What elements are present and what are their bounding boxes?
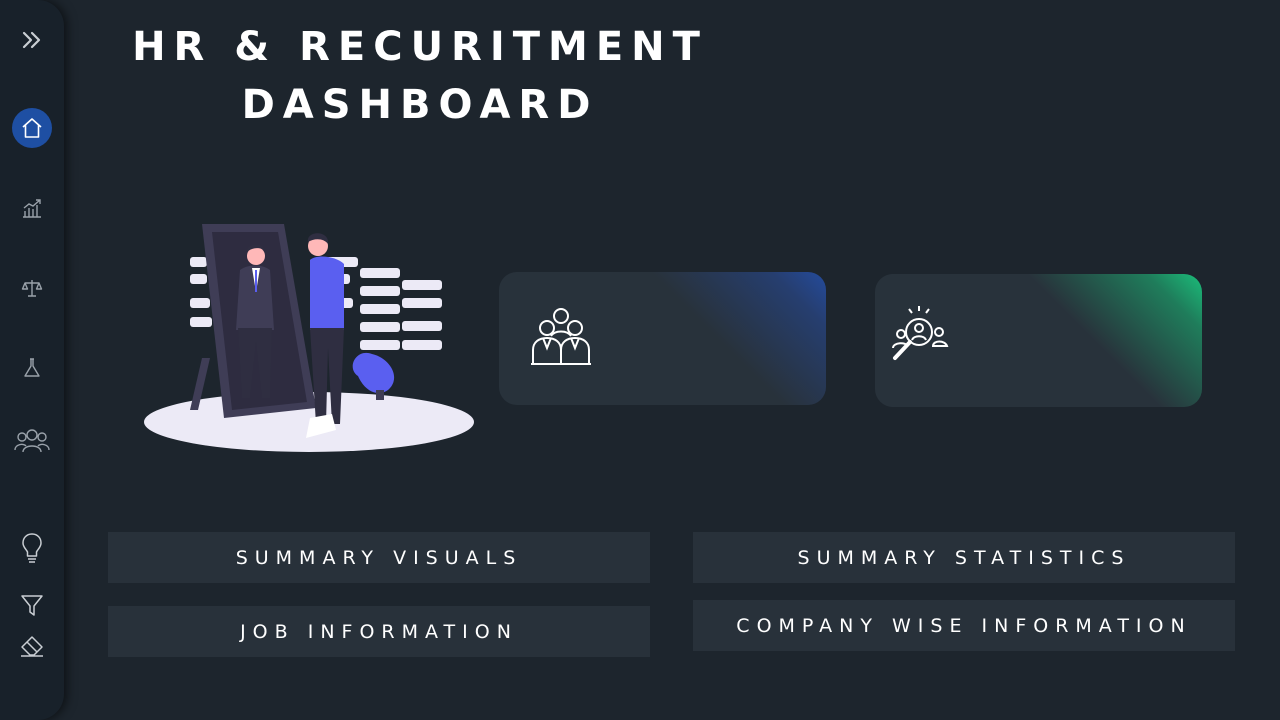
candidate-search-icon: [892, 306, 949, 360]
lightbulb-icon: [22, 533, 42, 563]
scales-icon: [21, 280, 43, 297]
analytics-button[interactable]: [12, 188, 52, 228]
team-icon: [531, 308, 591, 365]
summary-statistics-button[interactable]: SUMMARY STATISTICS: [693, 532, 1235, 583]
title-line-2: DASHBOARD: [241, 82, 599, 128]
mirror-illustration: [144, 224, 474, 452]
title-line-1: HR & RECURITMENT: [132, 24, 708, 70]
home-icon: [22, 118, 42, 138]
job-information-label: JOB INFORMATION: [240, 620, 518, 643]
people-group-icon: [14, 429, 50, 453]
chevron-double-right-icon: [22, 31, 41, 49]
chart-icon: [23, 199, 41, 218]
clear-filters-button[interactable]: [12, 626, 52, 666]
candidates-kpi-card: [875, 274, 1202, 407]
page-title: HR & RECURITMENT DASHBOARD: [120, 18, 720, 134]
balance-button[interactable]: [12, 268, 52, 308]
summary-visuals-label: SUMMARY VISUALS: [235, 546, 523, 569]
job-information-button[interactable]: JOB INFORMATION: [108, 606, 650, 657]
company-wise-information-label: COMPANY WISE INFORMATION: [736, 614, 1192, 637]
sidebar: [0, 0, 64, 720]
expand-sidebar-button[interactable]: [12, 20, 52, 60]
home-button[interactable]: [12, 108, 52, 148]
eraser-icon: [21, 636, 43, 657]
filter-icon: [21, 595, 43, 616]
people-button[interactable]: [12, 420, 52, 460]
flask-icon: [24, 358, 40, 377]
lab-button[interactable]: [12, 348, 52, 388]
filter-button[interactable]: [12, 585, 52, 625]
company-wise-information-button[interactable]: COMPANY WISE INFORMATION: [693, 600, 1235, 651]
dashboard-page: HR & RECURITMENT DASHBOARD SUMMARY VISUA…: [0, 0, 1280, 720]
employees-kpi-card: [499, 272, 826, 405]
insights-button[interactable]: [12, 528, 52, 568]
summary-visuals-button[interactable]: SUMMARY VISUALS: [108, 532, 650, 583]
summary-statistics-label: SUMMARY STATISTICS: [797, 546, 1131, 569]
